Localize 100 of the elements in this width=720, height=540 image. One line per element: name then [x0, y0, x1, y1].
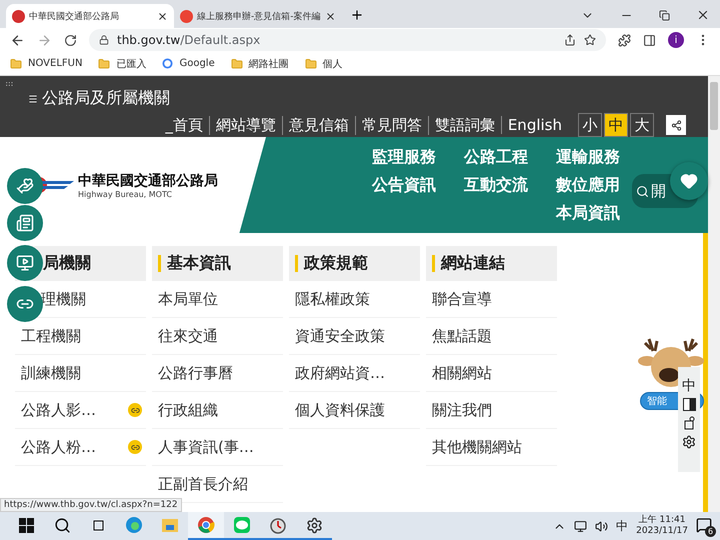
font-size-button[interactable]: 中 [604, 113, 628, 137]
nav-link[interactable]: 互動交流 [464, 173, 538, 197]
org-menu-button[interactable]: 公路局及所屬機關 [28, 88, 686, 109]
menu-link[interactable]: 個人資料保護 [295, 400, 385, 420]
reload-icon[interactable] [64, 34, 77, 46]
display-icon[interactable] [574, 520, 588, 532]
star-icon[interactable] [584, 34, 596, 46]
menu-link[interactable]: 行政組織 [158, 400, 218, 420]
menu-link[interactable]: 資通安全政策 [295, 326, 385, 346]
bookmark[interactable]: 個人 [304, 56, 343, 70]
search-icon [636, 184, 649, 198]
volume-icon[interactable] [595, 520, 608, 532]
heart-icon [680, 172, 698, 190]
bookmark[interactable]: NOVELFUN [10, 58, 82, 70]
share-button[interactable] [666, 115, 686, 135]
notification-icon [696, 517, 712, 533]
contrast-icon[interactable] [682, 398, 696, 411]
column-heading: 基本資訊 [152, 246, 283, 281]
nav-link[interactable]: 公路工程 [464, 145, 538, 169]
search-icon [54, 516, 70, 534]
link-button[interactable] [7, 286, 43, 322]
back-icon[interactable] [10, 32, 25, 48]
clock[interactable]: 上午 11:41 2023/11/17 [636, 515, 688, 537]
folder-icon [10, 58, 22, 70]
column-heading: 網站連結 [426, 246, 557, 281]
column-heading: 政策規範 [289, 246, 420, 281]
video-button[interactable] [7, 245, 43, 281]
nav-link[interactable]: 公告資訊 [372, 173, 446, 197]
menu-link[interactable]: 隱私權政策 [295, 290, 370, 308]
close-icon[interactable] [157, 10, 168, 22]
extensions-icon[interactable] [618, 34, 631, 46]
edge-icon [125, 516, 143, 534]
nav-link[interactable]: 監理服務 [372, 145, 446, 169]
close-icon[interactable] [325, 10, 336, 22]
reader-icon[interactable] [682, 416, 696, 430]
clock-icon [269, 516, 287, 534]
bookmark[interactable]: 已匯入 [98, 56, 146, 70]
nav-link[interactable]: 本局資訊 [556, 201, 630, 225]
menu-link[interactable]: 公路人影… [21, 400, 96, 420]
top-link[interactable]: 意見信箱 [282, 116, 355, 134]
url-text: thb.gov.tw/Default.aspx [117, 33, 260, 47]
logo-title: 中華民國交通部公路局 [78, 172, 218, 190]
settings-icon[interactable] [682, 435, 696, 449]
menu-icon [28, 94, 38, 104]
logo-subtitle: Highway Bureau, MOTC [78, 190, 173, 198]
menu-link[interactable]: 往來交通 [158, 326, 218, 346]
charity-icon [16, 177, 34, 195]
status-url: https://www.thb.gov.tw/cl.aspx?n=122 [0, 498, 182, 512]
folder-icon [161, 517, 179, 533]
side-panel-icon[interactable] [643, 34, 656, 46]
top-link[interactable]: _首頁 [159, 116, 209, 134]
favicon-icon [12, 10, 25, 22]
bookmark[interactable]: Google [162, 58, 215, 69]
menu-link[interactable]: 相關網站 [432, 364, 492, 382]
task-view-icon [90, 518, 106, 532]
bookmark[interactable]: 網路社團 [230, 56, 289, 70]
menu-link[interactable]: 正副首長介紹 [158, 474, 248, 494]
font-size-button[interactable]: 大 [630, 113, 654, 137]
restore-icon[interactable] [659, 10, 670, 20]
folder-icon [230, 58, 243, 70]
menu-link[interactable]: 工程機關 [21, 326, 81, 346]
share-icon[interactable] [564, 34, 576, 46]
scrollbar-thumb[interactable] [710, 82, 718, 130]
lock-icon [99, 35, 109, 45]
ime-indicator[interactable]: 中 [616, 518, 628, 534]
menu-link[interactable]: 理機關 [41, 290, 86, 308]
language-button[interactable]: 中 [682, 379, 696, 393]
menu-link[interactable]: 關注我們 [432, 400, 492, 420]
close-icon[interactable] [696, 8, 710, 22]
notification-button[interactable]: 6 [696, 517, 714, 535]
windows-icon [18, 518, 34, 532]
google-icon [162, 58, 174, 69]
profile-avatar[interactable]: i [668, 32, 684, 48]
chrome-icon [197, 516, 215, 534]
menu-link[interactable]: 人事資訊(事… [158, 438, 254, 456]
menu-link[interactable]: 焦點話題 [432, 326, 492, 346]
folder-icon [304, 58, 317, 70]
favicon-icon [180, 10, 193, 22]
folder-icon [98, 58, 110, 70]
menu-link[interactable]: 公路人粉… [21, 438, 96, 456]
top-link[interactable]: 網站導覽 [208, 116, 282, 134]
new-tab-icon[interactable] [350, 8, 364, 22]
menu-link[interactable]: 聯合宣導 [432, 290, 492, 308]
menu-link[interactable]: 政府網站資… [295, 364, 385, 382]
chat-app-icon [233, 516, 251, 534]
menu-link[interactable]: 公路行事曆 [158, 364, 233, 382]
font-size-button[interactable]: 小 [578, 113, 602, 137]
browser-tab[interactable]: 中華民國交通部公路局 [6, 4, 174, 28]
nav-link[interactable]: 數位應用 [556, 173, 630, 197]
top-link[interactable]: 雙語詞彙 [428, 116, 501, 134]
menu-link[interactable]: 其他機關網站 [432, 438, 522, 456]
top-link[interactable]: English [500, 116, 568, 134]
video-icon [16, 254, 34, 272]
nav-link[interactable]: 運輸服務 [556, 145, 630, 169]
browser-tab[interactable]: 線上服務申辦-意見信箱-案件編 [174, 4, 342, 28]
menu-link[interactable]: 訓練機關 [21, 364, 81, 382]
share-icon [670, 120, 682, 130]
top-link[interactable]: 常見問答 [354, 116, 428, 134]
address-bar[interactable]: thb.gov.tw/Default.aspx [89, 29, 606, 51]
menu-link[interactable]: 本局單位 [158, 290, 218, 308]
